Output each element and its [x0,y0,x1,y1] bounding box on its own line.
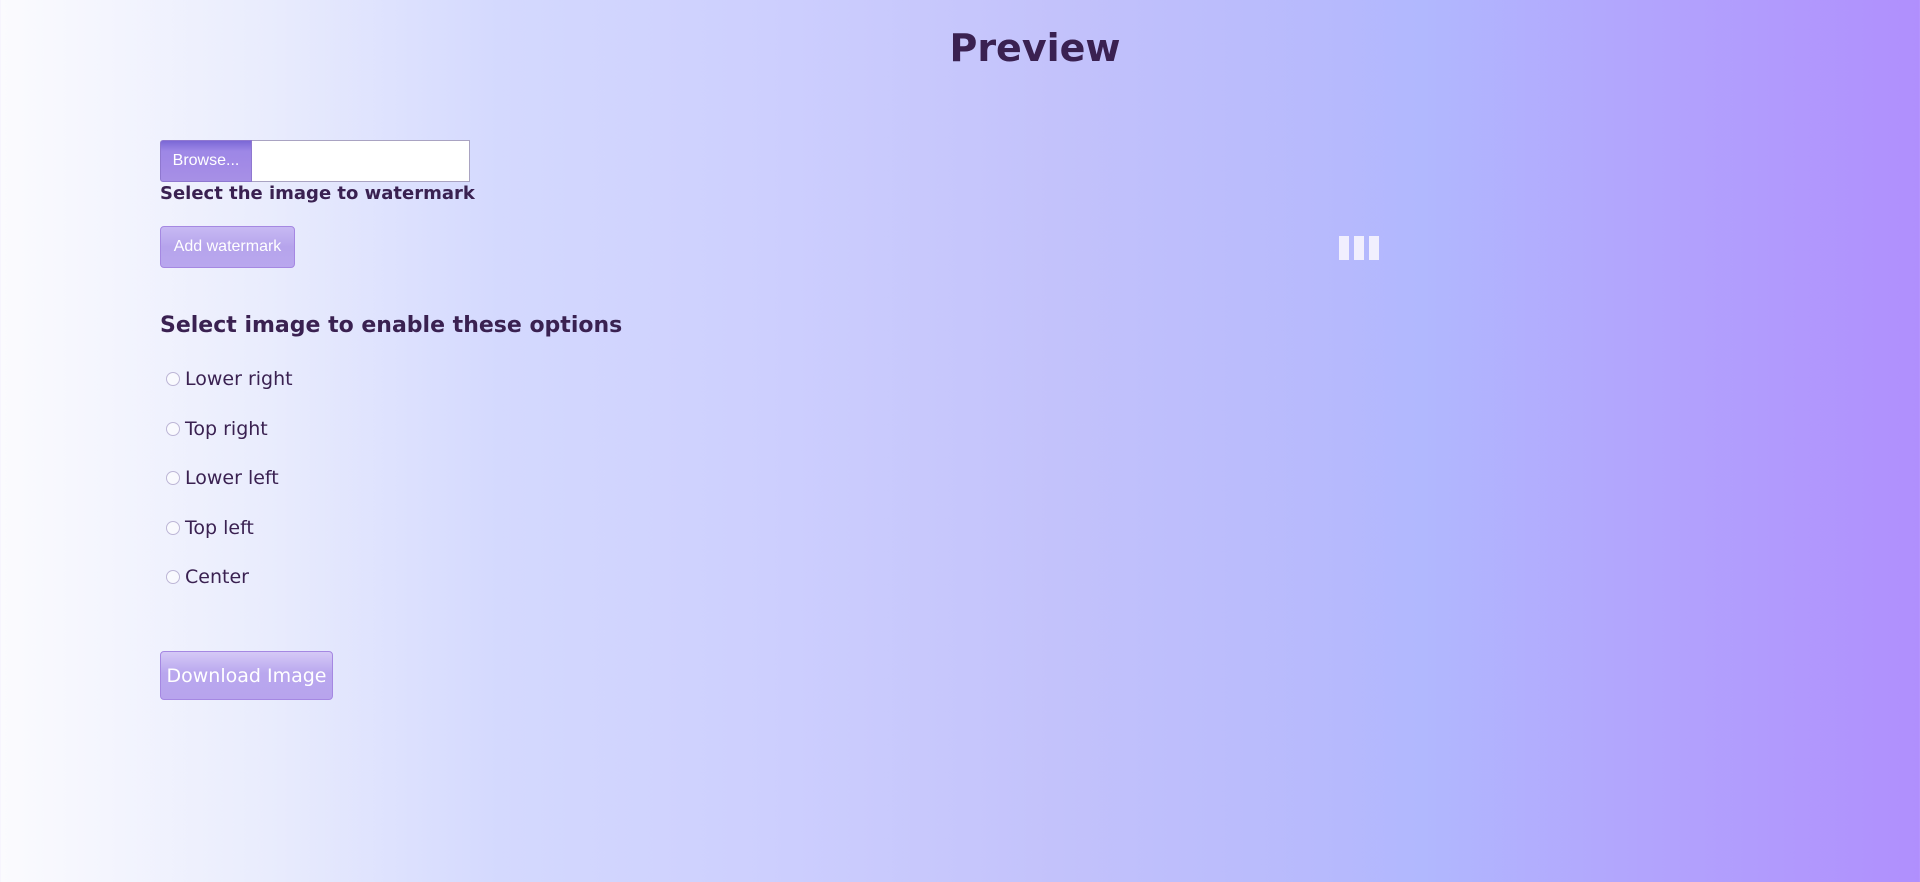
add-watermark-button[interactable]: Add watermark [160,226,295,268]
radio-button[interactable] [166,521,180,535]
radio-button[interactable] [166,471,180,485]
loader-bar [1339,236,1349,260]
select-image-label: Select the image to watermark [160,183,475,204]
radio-button[interactable] [166,372,180,386]
option-label: Top right [185,418,268,440]
options-heading: Select image to enable these options [160,313,623,338]
page-title: Preview [949,26,1121,70]
browse-button[interactable]: Browse... [160,140,252,182]
download-image-button[interactable]: Download Image [160,651,333,700]
option-label: Lower right [185,368,293,390]
option-lower-right[interactable]: Lower right [160,366,293,392]
option-top-right[interactable]: Top right [160,416,268,442]
radio-button[interactable] [166,422,180,436]
loader-bar [1369,236,1379,260]
option-label: Center [185,566,249,588]
file-name-field[interactable] [252,140,470,182]
loading-bars-icon [1339,236,1379,260]
option-top-left[interactable]: Top left [160,515,254,541]
option-label: Lower left [185,467,279,489]
radio-button[interactable] [166,570,180,584]
option-center[interactable]: Center [160,564,249,590]
option-label: Top left [185,517,254,539]
file-picker[interactable]: Browse... [160,140,470,182]
loader-bar [1354,236,1364,260]
option-lower-left[interactable]: Lower left [160,465,279,491]
